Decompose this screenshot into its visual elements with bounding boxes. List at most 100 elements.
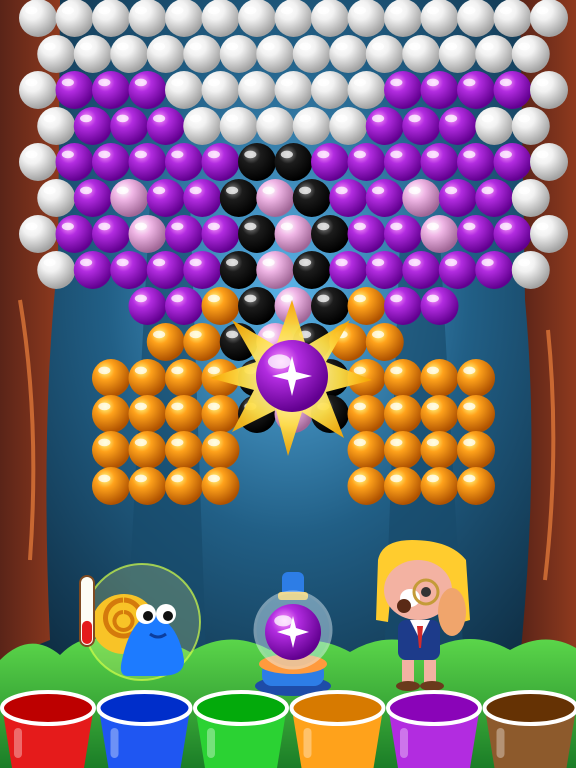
white-bubble: [92, 0, 130, 37]
blue-color-cup: [96, 690, 193, 768]
purple-bubble: [420, 143, 459, 181]
white-bubble: [37, 179, 76, 217]
orange-bubble: [420, 395, 459, 433]
orange-bubble: [384, 431, 422, 469]
purple-bubble: [457, 71, 495, 109]
white-bubble: [37, 35, 76, 73]
white-bubble: [256, 35, 295, 73]
white-bubble: [511, 251, 550, 289]
snail-helper[interactable]: [83, 563, 201, 681]
purple-bubble: [365, 107, 404, 145]
orange-bubble: [183, 323, 222, 361]
purple-bubble: [183, 251, 222, 289]
black-bubble: [238, 215, 276, 253]
pink-bubble: [256, 251, 295, 289]
orange-bubble: [92, 467, 130, 505]
white-bubble: [37, 107, 76, 145]
white-bubble: [73, 35, 112, 73]
white-bubble: [311, 71, 349, 109]
purple-bubble: [55, 71, 94, 109]
purple-color-cup: [386, 690, 482, 768]
orange-bubble: [420, 359, 459, 397]
orange-bubble: [347, 395, 386, 433]
purple-bubble: [183, 179, 222, 217]
white-bubble: [438, 35, 477, 73]
purple-bubble: [438, 179, 477, 217]
purple-bubble: [347, 143, 386, 181]
pink-bubble: [274, 215, 313, 253]
orange-bubble: [384, 359, 422, 397]
purple-bubble: [329, 251, 368, 289]
purple-bubble: [128, 143, 167, 181]
black-bubble: [219, 179, 258, 217]
orange-bubble: [165, 395, 203, 433]
orange-bubble: [384, 395, 422, 433]
orange-color-cup: [289, 690, 386, 768]
purple-bubble: [146, 107, 185, 145]
purple-bubble: [146, 251, 185, 289]
purple-bubble: [201, 143, 240, 181]
white-bubble: [365, 35, 404, 73]
white-bubble: [146, 35, 185, 73]
purple-bubble: [420, 71, 459, 109]
white-bubble: [475, 107, 514, 145]
orange-bubble: [457, 359, 495, 397]
purple-bubble: [201, 215, 240, 253]
white-bubble: [347, 71, 386, 109]
purple-bubble: [493, 71, 532, 109]
black-bubble: [292, 251, 331, 289]
orange-bubble: [92, 431, 130, 469]
white-bubble: [19, 71, 57, 109]
white-bubble: [530, 143, 568, 181]
white-bubble: [292, 35, 331, 73]
purple-bubble: [420, 287, 459, 325]
active-bubble: [256, 340, 328, 412]
orange-bubble: [201, 431, 240, 469]
purple-bubble: [55, 215, 94, 253]
orange-bubble: [92, 359, 130, 397]
orange-bubble: [420, 431, 459, 469]
pink-bubble: [256, 179, 295, 217]
orange-bubble: [165, 467, 203, 505]
black-bubble: [238, 287, 276, 325]
orange-bubble: [201, 395, 240, 433]
white-bubble: [165, 0, 203, 37]
white-bubble: [329, 35, 368, 73]
white-bubble: [110, 35, 149, 73]
orange-bubble: [165, 431, 203, 469]
purple-bubble: [165, 215, 203, 253]
purple-bubble: [384, 215, 422, 253]
black-bubble: [219, 251, 258, 289]
red-color-cup: [0, 690, 96, 768]
white-bubble: [128, 0, 167, 37]
purple-bubble: [347, 215, 386, 253]
game-scene[interactable]: [0, 0, 576, 768]
orange-bubble: [128, 431, 167, 469]
white-bubble: [530, 0, 568, 37]
orange-bubble: [365, 323, 404, 361]
purple-bubble: [402, 251, 441, 289]
orange-bubble: [146, 323, 185, 361]
power-meter: [79, 575, 95, 647]
white-bubble: [530, 215, 568, 253]
purple-bubble: [110, 251, 149, 289]
purple-bubble: [128, 287, 167, 325]
pink-bubble: [128, 215, 167, 253]
purple-bubble: [311, 143, 349, 181]
white-bubble: [256, 107, 295, 145]
white-bubble: [238, 71, 276, 109]
orange-bubble: [347, 431, 386, 469]
white-bubble: [37, 251, 76, 289]
pink-bubble: [110, 179, 149, 217]
white-bubble: [183, 35, 222, 73]
purple-bubble: [55, 143, 94, 181]
orange-bubble: [457, 431, 495, 469]
white-bubble: [219, 107, 258, 145]
orange-bubble: [128, 395, 167, 433]
white-bubble: [511, 107, 550, 145]
white-bubble: [292, 107, 331, 145]
purple-bubble: [73, 179, 112, 217]
pink-bubble: [420, 215, 459, 253]
white-bubble: [475, 35, 514, 73]
green-color-cup: [193, 690, 289, 768]
